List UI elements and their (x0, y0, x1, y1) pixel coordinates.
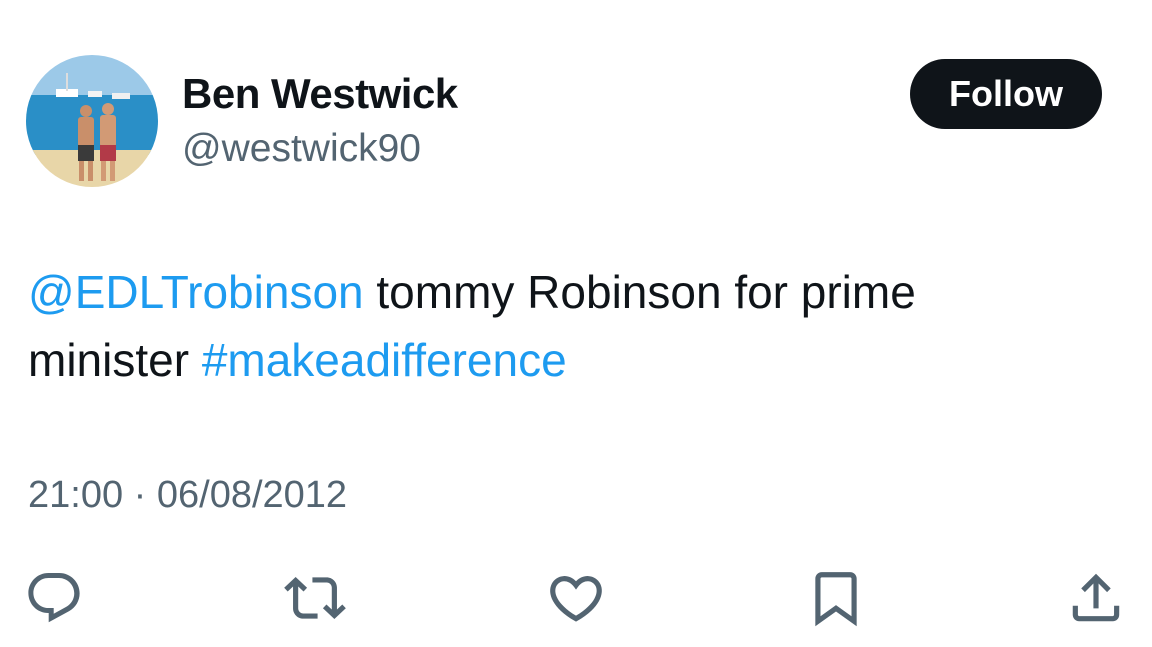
tweet-text: @EDLTrobinson tommy Robinson for prime m… (28, 258, 1068, 394)
retweet-button[interactable] (283, 566, 347, 630)
hashtag-link[interactable]: #makeadifference (202, 334, 567, 386)
reply-button[interactable] (22, 566, 86, 630)
follow-button[interactable]: Follow (910, 59, 1102, 129)
mention-link[interactable]: @EDLTrobinson (28, 266, 364, 318)
share-button[interactable] (1064, 566, 1128, 630)
reply-icon (28, 573, 80, 623)
like-button[interactable] (544, 566, 608, 630)
bookmark-button[interactable] (804, 566, 868, 630)
user-handle[interactable]: @westwick90 (182, 126, 421, 172)
display-name[interactable]: Ben Westwick (182, 70, 458, 118)
tweet-card: Ben Westwick @westwick90 Follow @EDLTrob… (0, 0, 1152, 647)
bookmark-icon (815, 572, 857, 627)
retweet-icon (284, 577, 346, 619)
tweet-timestamp[interactable]: 21:00 · 06/08/2012 (28, 470, 347, 520)
like-icon (550, 576, 602, 622)
share-icon (1072, 573, 1120, 622)
profile-photo-icon (26, 55, 158, 187)
avatar[interactable] (26, 55, 158, 187)
